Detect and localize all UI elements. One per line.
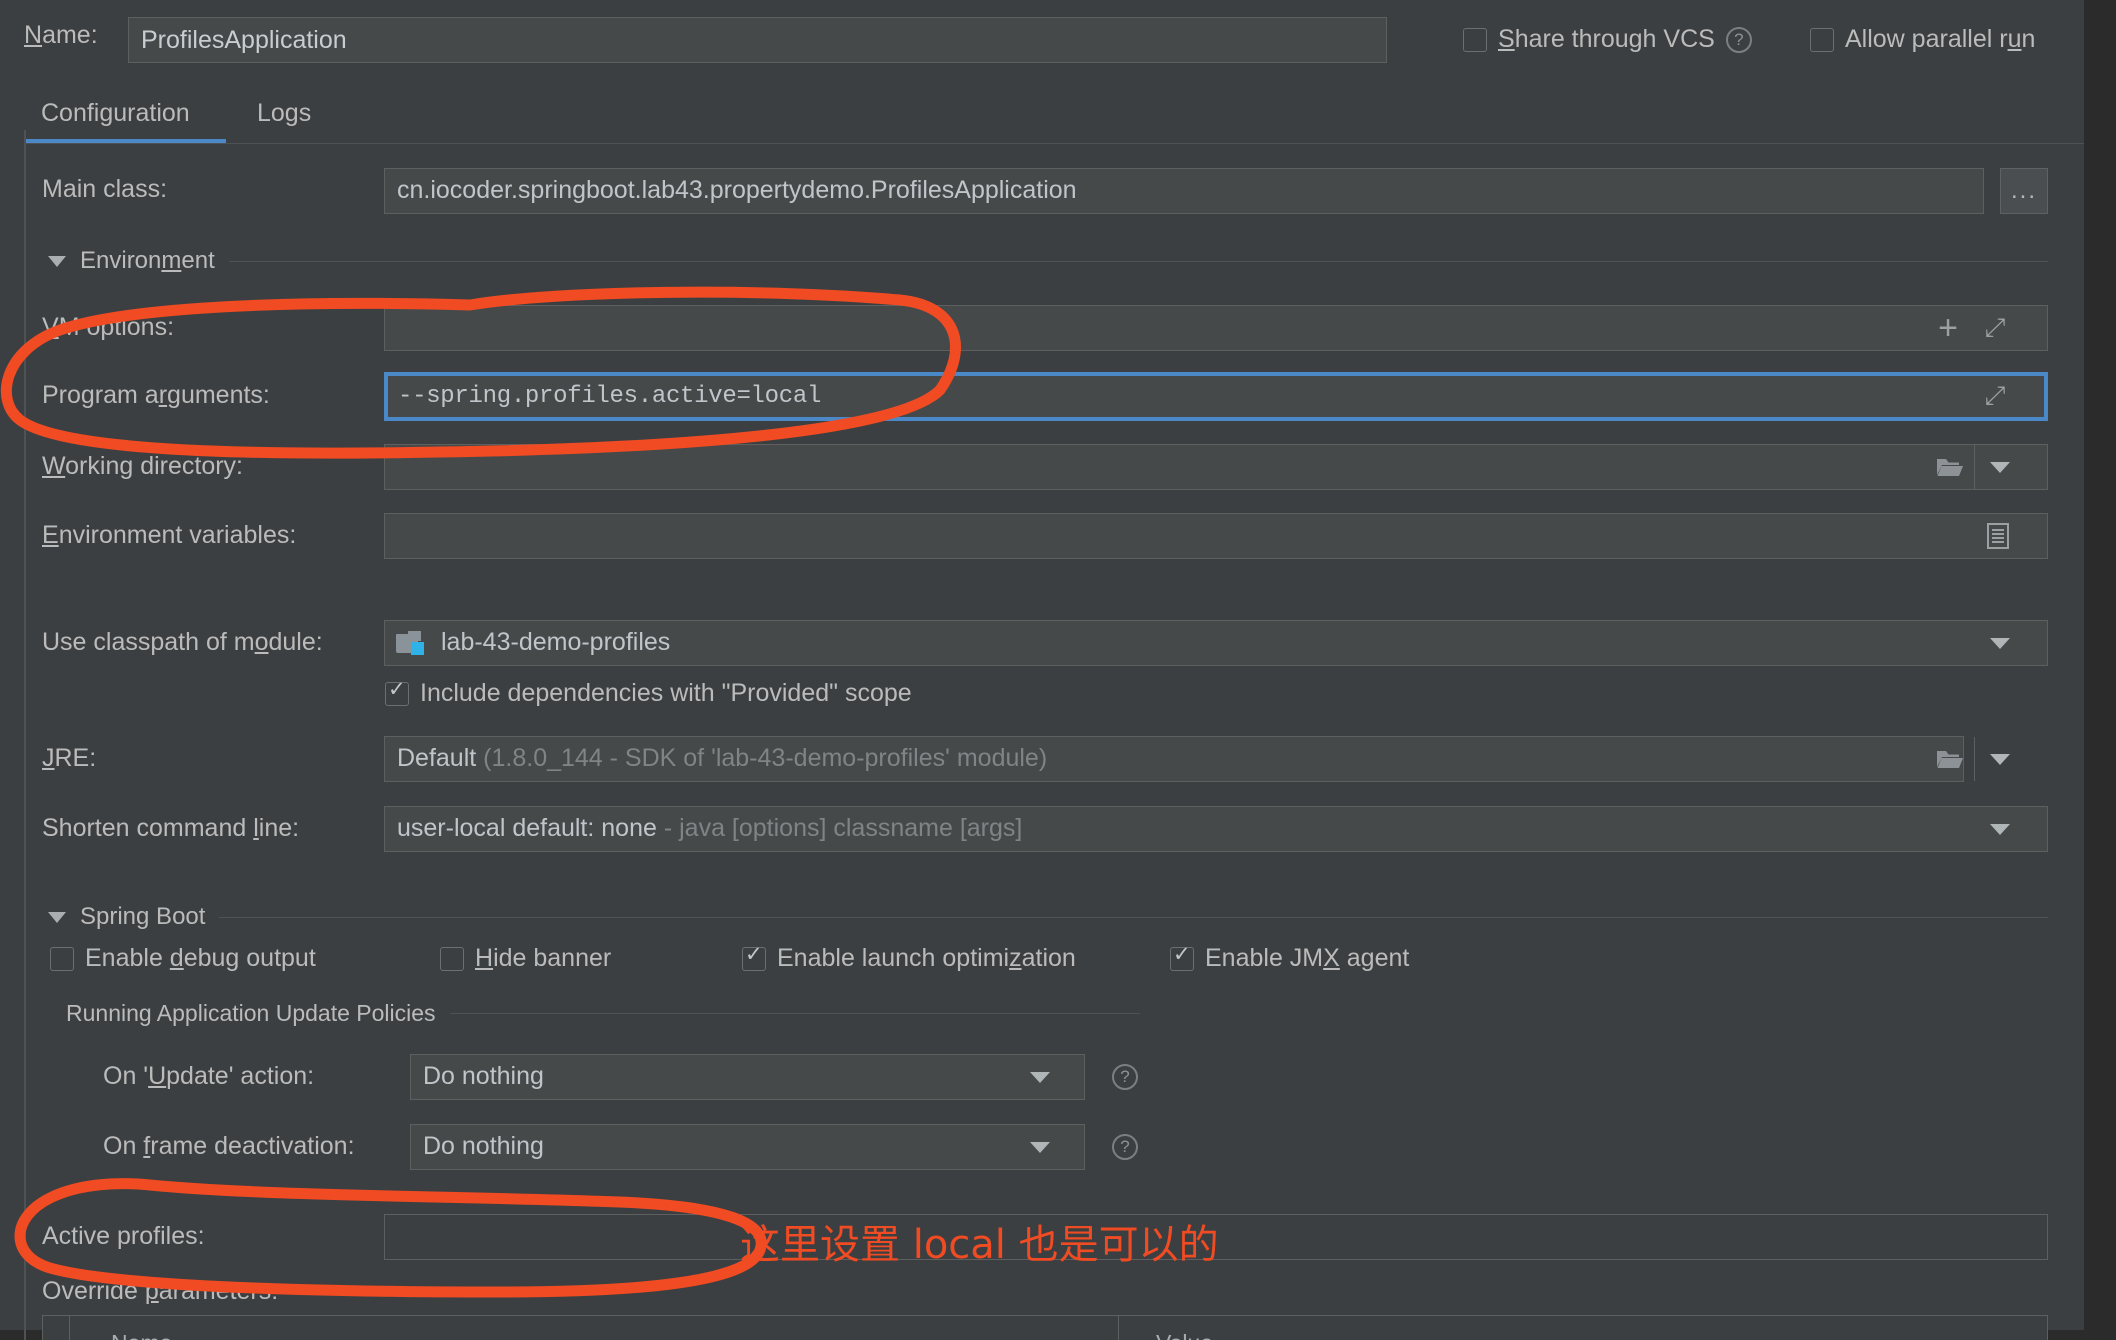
classpath-module-label: Use classpath of module: (42, 628, 323, 656)
on-frame-deactivation-label: On frame deactivation: (103, 1132, 355, 1160)
jre-dropdown-arrow[interactable] (1978, 736, 2022, 782)
hide-banner-box[interactable] (440, 946, 464, 971)
working-directory-divider (1974, 445, 1975, 489)
working-directory-dropdown-arrow[interactable] (1978, 444, 2022, 490)
chevron-down-icon[interactable] (48, 255, 66, 267)
list-icon (1987, 523, 2009, 549)
classpath-module-select[interactable]: lab-43-demo-profiles (384, 620, 2048, 666)
environment-variables-edit-icon[interactable] (1976, 513, 2020, 559)
table-header-value: Value (1156, 1330, 1213, 1340)
hide-banner-label: Hide banner (475, 944, 612, 972)
chevron-down-icon (1990, 637, 2010, 649)
on-frame-deactivation-help-icon[interactable]: ? (1112, 1134, 1138, 1160)
chevron-down-icon (1990, 753, 2010, 765)
main-class-browse-button[interactable]: ... (2000, 168, 2048, 214)
jre-value-hint: (1.8.0_144 - SDK of 'lab-43-demo-profile… (483, 744, 1048, 772)
section-divider (219, 916, 2048, 918)
update-policies-section-label: Running Application Update Policies (66, 1000, 436, 1026)
jre-value: Default (397, 744, 477, 772)
enable-launch-optimization-checkbox[interactable]: Enable launch optimization (742, 943, 1076, 973)
chevron-down-icon (1030, 1071, 1050, 1083)
enable-debug-output-box[interactable] (50, 946, 74, 971)
enable-jmx-agent-box[interactable] (1170, 943, 1194, 971)
on-frame-deactivation-dropdown-arrow[interactable] (1018, 1124, 1062, 1170)
jre-label: JRE: (42, 744, 97, 772)
spring-boot-section-header[interactable]: Spring Boot (48, 903, 2048, 931)
shorten-command-line-dropdown-arrow[interactable] (1978, 806, 2022, 852)
jre-folder-icon[interactable] (1928, 736, 1972, 782)
shorten-command-line-value: user-local default: none (397, 814, 657, 842)
chevron-down-icon (1990, 823, 2010, 835)
on-frame-deactivation-select[interactable]: Do nothing (410, 1124, 1085, 1170)
override-parameters-table[interactable]: Name Value (42, 1315, 2048, 1340)
update-policies-section-header: Running Application Update Policies (66, 1000, 1140, 1027)
enable-launch-optimization-label: Enable launch optimization (777, 944, 1076, 972)
module-icon (396, 630, 426, 656)
hide-banner-checkbox[interactable]: Hide banner (440, 944, 611, 973)
table-column-divider[interactable] (1118, 1316, 1119, 1340)
chevron-down-icon (1030, 1141, 1050, 1153)
active-profiles-label: Active profiles: (42, 1222, 205, 1250)
enable-launch-optimization-box[interactable] (742, 943, 766, 971)
configuration-form: Main class: cn.iocoder.springboot.lab43.… (0, 0, 2116, 1340)
shorten-command-line-select[interactable]: user-local default: none - java [options… (384, 806, 2048, 852)
chevron-down-icon (1990, 461, 2010, 473)
enable-debug-output-label: Enable debug output (85, 944, 316, 972)
on-update-action-select[interactable]: Do nothing (410, 1054, 1085, 1100)
folder-open-icon (1937, 459, 1963, 476)
chevron-down-icon[interactable] (48, 911, 66, 923)
vm-options-expand-icon[interactable]: ⤢ (1974, 305, 2016, 351)
working-directory-input[interactable] (384, 444, 2048, 490)
shorten-command-line-hint: - java [options] classname [args] (663, 814, 1023, 842)
section-divider (228, 260, 2048, 262)
section-divider (449, 1013, 1140, 1014)
override-parameters-label: Override parameters: (42, 1277, 279, 1305)
enable-debug-output-checkbox[interactable]: Enable debug output (50, 944, 316, 973)
vm-options-add-icon[interactable]: + (1928, 305, 1968, 351)
include-provided-scope-box[interactable] (385, 678, 409, 706)
table-row-gutter (69, 1316, 70, 1340)
classpath-module-dropdown-arrow[interactable] (1978, 620, 2022, 666)
run-configuration-dialog: Name: ProfilesApplication Share through … (0, 0, 2116, 1340)
include-provided-scope-checkbox[interactable]: Include dependencies with "Provided" sco… (385, 678, 912, 708)
jre-divider (1974, 737, 1975, 781)
spring-boot-section-label: Spring Boot (80, 903, 206, 930)
environment-variables-label: Environment variables: (42, 521, 297, 549)
working-directory-folder-icon[interactable] (1928, 444, 1972, 490)
enable-jmx-agent-checkbox[interactable]: Enable JMX agent (1170, 943, 1410, 973)
vm-options-input[interactable] (384, 305, 2048, 351)
program-arguments-expand-icon[interactable]: ⤢ (1974, 373, 2016, 419)
program-arguments-input[interactable]: --spring.profiles.active=local (384, 372, 2048, 421)
shorten-command-line-label: Shorten command line: (42, 814, 300, 842)
annotation-note-text: 这里设置 local 也是可以的 (740, 1222, 1219, 1268)
on-update-action-label: On 'Update' action: (103, 1062, 315, 1090)
main-class-label: Main class: (42, 175, 168, 203)
vm-options-label: VM options: (42, 313, 175, 341)
enable-jmx-agent-label: Enable JMX agent (1205, 944, 1410, 972)
environment-variables-input[interactable] (384, 513, 2048, 559)
environment-section-label: Environment (80, 247, 215, 274)
jre-select[interactable]: Default (1.8.0_144 - SDK of 'lab-43-demo… (384, 736, 1964, 782)
on-update-action-help-icon[interactable]: ? (1112, 1064, 1138, 1090)
on-update-action-dropdown-arrow[interactable] (1018, 1054, 1062, 1100)
environment-section-header[interactable]: Environment (48, 247, 2048, 275)
table-header-name: Name (111, 1330, 172, 1340)
include-provided-scope-label: Include dependencies with "Provided" sco… (420, 679, 912, 707)
folder-open-icon (1937, 751, 1963, 768)
main-class-input[interactable]: cn.iocoder.springboot.lab43.propertydemo… (384, 168, 1984, 214)
program-arguments-label: Program arguments: (42, 381, 270, 409)
working-directory-label: Working directory: (42, 452, 244, 480)
